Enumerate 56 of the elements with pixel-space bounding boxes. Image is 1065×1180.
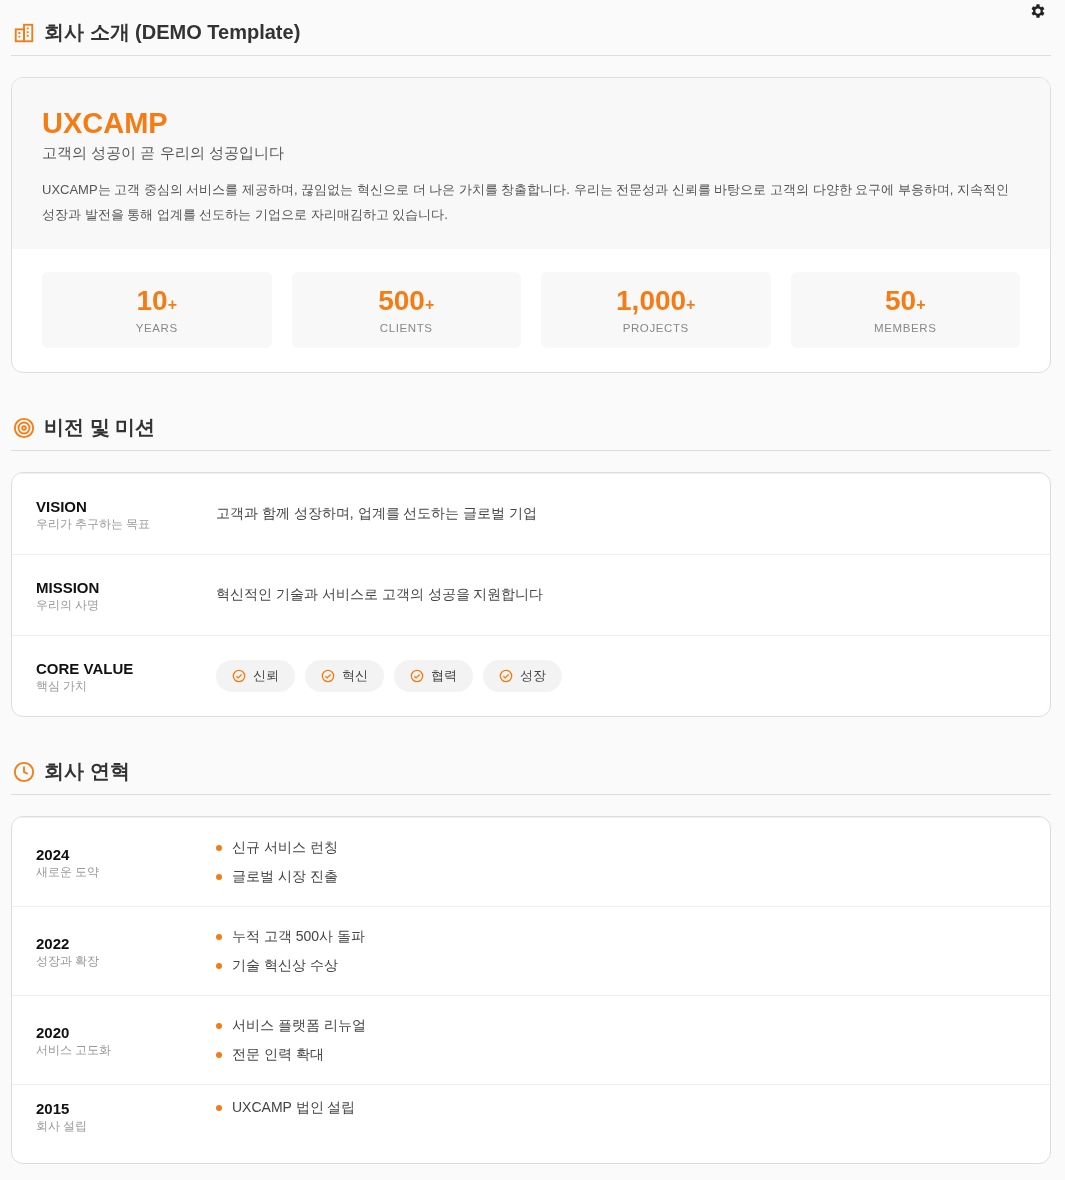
history-item: 신규 서비스 런칭 <box>232 839 338 856</box>
tagline: 고객의 성공이 곧 우리의 성공입니다 <box>42 144 285 163</box>
year-subtitle: 성장과 확장 <box>36 953 101 969</box>
company-description: UXCAMP는 고객 중심의 서비스를 제공하며, 끊임없는 혁신으로 더 나은 가치를 창출합니다. 우리는 전문성과 신뢰를 바탕으로 고객의 다양한 요구에 부응하며, 지속적인 성장과 발전을 통해 업계를 선도하는 기업으로 자리매김하고 있습니다. <box>42 181 1011 224</box>
check-circle-icon <box>321 669 335 683</box>
year: 2024 <box>36 844 71 864</box>
row-title: CORE VALUE <box>36 658 135 678</box>
history-item: UXCAMP 법인 설립 <box>232 1099 356 1116</box>
value-tag: 성장 <box>483 660 562 692</box>
history-item: 서비스 플랫폼 리뉴얼 <box>232 1017 366 1034</box>
row-subtitle: 우리의 사명 <box>36 597 101 613</box>
row-text: 고객과 함께 성장하며, 업계를 선도하는 글로벌 기업 <box>216 505 539 523</box>
check-circle-icon <box>499 669 513 683</box>
year-subtitle: 회사 설립 <box>36 1119 89 1134</box>
row-subtitle: 핵심 가치 <box>36 678 89 694</box>
stat-label: CLIENTS <box>379 322 433 334</box>
value-tag: 혁신 <box>305 660 384 692</box>
bullet-icon <box>216 1051 222 1058</box>
stat-label: YEARS <box>135 322 178 334</box>
building-icon <box>13 21 35 44</box>
target-icon <box>13 416 35 439</box>
clock-icon <box>13 760 35 783</box>
history-item: 기술 혁신상 수상 <box>232 957 338 974</box>
row-title: VISION <box>36 496 88 516</box>
year-subtitle: 서비스 고도화 <box>36 1042 113 1058</box>
history-item: 누적 고객 500사 돌파 <box>232 928 366 945</box>
stat-value: 500+ <box>378 286 435 318</box>
section-title: 비전 및 미션 <box>44 415 156 440</box>
row-subtitle: 우리가 추구하는 목표 <box>36 516 152 532</box>
year-subtitle: 새로운 도약 <box>36 864 101 880</box>
value-tag: 협력 <box>394 660 473 692</box>
year: 2022 <box>36 933 71 953</box>
bullet-icon <box>216 844 222 851</box>
history-item: 글로벌 시장 진출 <box>232 868 338 885</box>
row-text: 혁신적인 기술과 서비스로 고객의 성공을 지원합니다 <box>216 586 545 604</box>
bullet-icon <box>216 933 222 940</box>
check-circle-icon <box>410 669 424 683</box>
year: 2015 <box>36 1099 71 1118</box>
bullet-icon <box>216 1022 222 1029</box>
stat-value: 1,000+ <box>616 286 696 318</box>
section-title: 회사 연혁 <box>44 759 130 784</box>
history-item: 전문 인력 확대 <box>232 1046 324 1063</box>
stat-label: PROJECTS <box>622 322 689 334</box>
settings-icon <box>1029 2 1047 20</box>
stat-value: 10+ <box>136 286 177 318</box>
bullet-icon <box>216 962 222 969</box>
settings-button[interactable] <box>1029 2 1047 20</box>
value-tag: 신뢰 <box>216 660 295 692</box>
check-circle-icon <box>232 669 246 683</box>
stat-label: MEMBERS <box>874 322 937 334</box>
section-title: 회사 소개 (DEMO Template) <box>44 20 301 45</box>
year: 2020 <box>36 1022 71 1042</box>
bullet-icon <box>216 873 222 880</box>
company-name: UXCAMP <box>42 106 169 140</box>
stat-value: 50+ <box>885 286 926 318</box>
row-title: MISSION <box>36 577 101 597</box>
